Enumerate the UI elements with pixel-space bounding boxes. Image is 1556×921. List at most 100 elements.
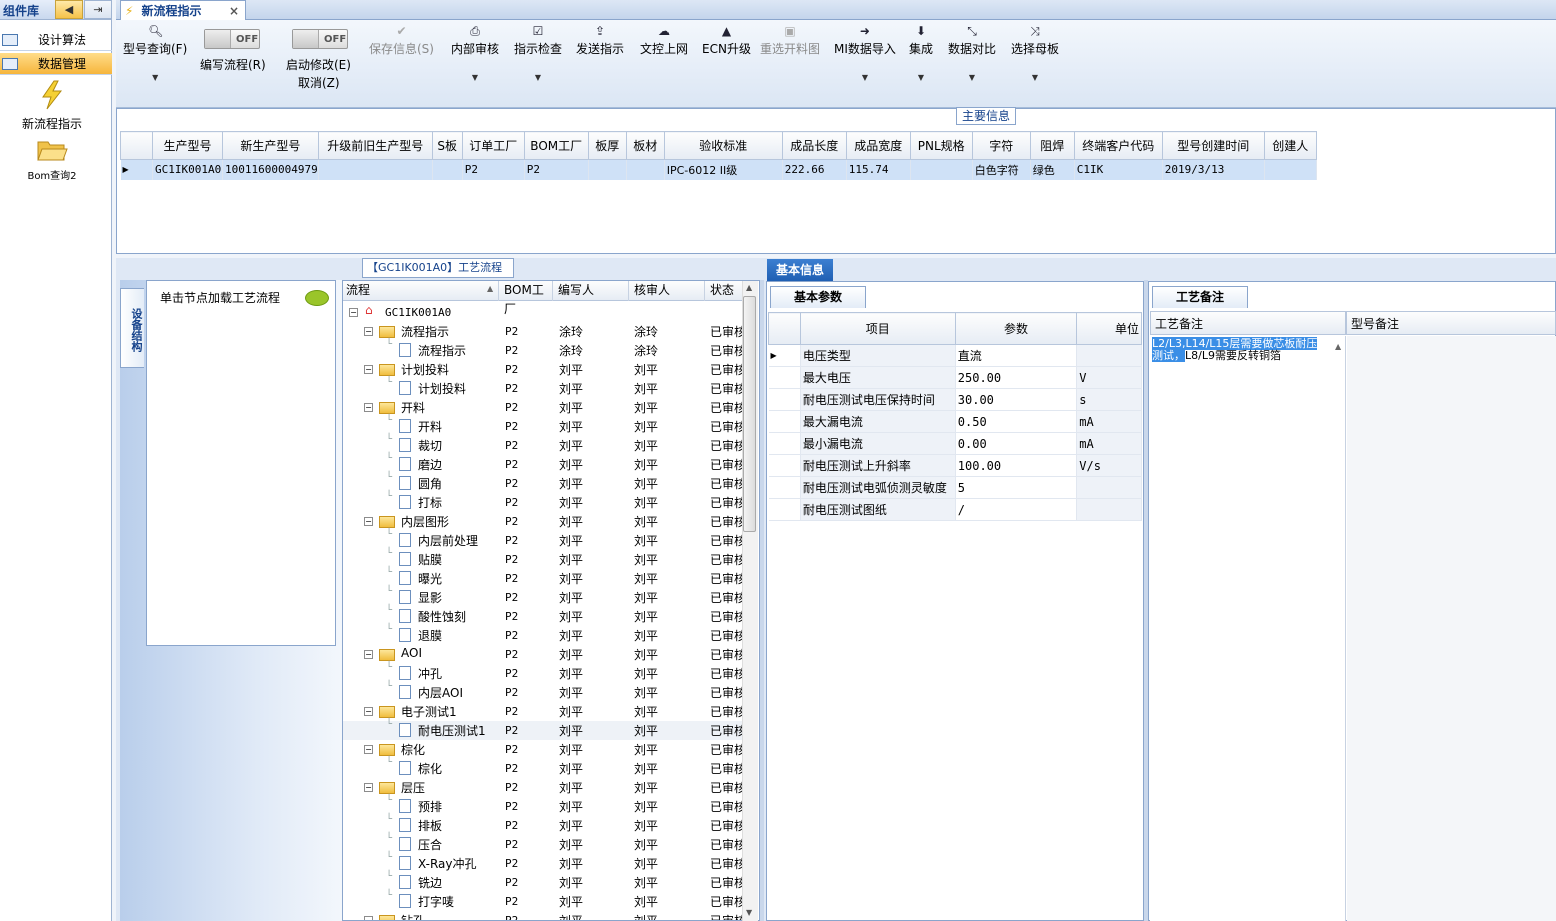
table-row[interactable]: 耐电压测试上升斜率 100.00 V/s (768, 454, 1142, 477)
tree-row[interactable]: └ X-Ray冲孔 P2 刘平 刘平 已审核 (343, 852, 747, 873)
table-cell[interactable]: 绿色 (1030, 159, 1075, 180)
start-modify-toggle[interactable]: OFF (292, 29, 348, 49)
send-instruction-button[interactable]: ⇪ 发送指示 (576, 24, 624, 57)
tree-row[interactable]: └ 内层前处理 P2 刘平 刘平 已审核 (343, 529, 747, 550)
process-flow-tree[interactable]: 流程 ▲ BOM工厂 编写人 核审人 状态 − ⌂ GC1IK001A0 − 流程… (342, 280, 760, 921)
col-bom[interactable]: BOM工厂 (501, 281, 553, 316)
scroll-up-icon[interactable]: ▲ (746, 283, 752, 292)
column-header[interactable]: 板厚 (587, 131, 627, 160)
column-header[interactable]: 终端客户代码 (1073, 131, 1163, 160)
column-header[interactable]: S板 (431, 131, 463, 160)
tree-row[interactable]: └ 计划投料 P2 刘平 刘平 已审核 (343, 377, 747, 398)
tree-row[interactable]: └ 内层AOI P2 刘平 刘平 已审核 (343, 681, 747, 702)
bom-query-item[interactable]: Bom查询2 (0, 138, 104, 182)
column-header[interactable]: 验收标准 (663, 131, 783, 160)
param-cell[interactable]: 5 (955, 476, 1078, 499)
collapse-icon[interactable]: − (364, 650, 373, 659)
collapse-icon[interactable]: − (364, 327, 373, 336)
tab-device-structure[interactable]: 设备结构 (120, 288, 144, 368)
column-header[interactable]: 板材 (625, 131, 665, 160)
tab-process-notes[interactable]: 工艺备注 (1152, 286, 1248, 308)
splitter-left[interactable] (760, 280, 764, 921)
column-header[interactable]: 成品长度 (781, 131, 847, 160)
tab-basic-params[interactable]: 基本参数 (770, 286, 866, 308)
select-master-button[interactable]: ⤨ 选择母板 ▼ (1011, 24, 1059, 82)
table-cell[interactable]: 白色字符 (972, 159, 1031, 180)
tree-row[interactable]: └ 裁切 P2 刘平 刘平 已审核 (343, 434, 747, 455)
table-row[interactable]: 最小漏电流 0.00 mA (768, 432, 1142, 455)
param-cell[interactable]: 30.00 (955, 388, 1078, 411)
instruction-check-button[interactable]: ☑ 指示检查 ▼ (514, 24, 562, 82)
tree-row[interactable]: └ 曝光 P2 刘平 刘平 已审核 (343, 567, 747, 588)
table-cell[interactable] (588, 159, 627, 180)
col-param[interactable]: 参数 (954, 312, 1078, 345)
chevron-down-icon[interactable]: ▼ (1011, 73, 1059, 82)
tree-row[interactable]: − 棕化 P2 刘平 刘平 已审核 (343, 740, 747, 759)
back-arrow-icon[interactable]: ◀ (55, 0, 83, 19)
tree-row[interactable]: └ 退膜 P2 刘平 刘平 已审核 (343, 624, 747, 645)
collapse-icon[interactable]: − (364, 783, 373, 792)
table-row[interactable]: 耐电压测试图纸 / (768, 498, 1142, 521)
model-note-textarea[interactable] (1347, 336, 1556, 921)
table-row[interactable]: 耐电压测试电压保持时间 30.00 s (768, 388, 1142, 411)
column-header[interactable]: 订单工厂 (461, 131, 525, 160)
table-cell[interactable] (1264, 159, 1317, 180)
tree-row[interactable]: └ 耐电压测试1 P2 刘平 刘平 已审核 (343, 719, 747, 740)
col-reviewer[interactable]: 核审人 (631, 281, 705, 301)
param-cell[interactable]: 250.00 (955, 366, 1078, 389)
start-modify-label[interactable]: 启动修改(E) (286, 56, 351, 73)
col-writer[interactable]: 编写人 (555, 281, 629, 301)
table-cell[interactable]: 10011600004979 (222, 159, 319, 180)
ecn-upgrade-button[interactable]: ▲ ECN升级 (702, 24, 751, 57)
chevron-down-icon[interactable]: ▼ (123, 73, 187, 82)
tree-row[interactable]: └ 预排 P2 刘平 刘平 已审核 (343, 795, 747, 816)
tree-row[interactable]: └ 压合 P2 刘平 刘平 已审核 (343, 833, 747, 854)
table-row[interactable]: 最大漏电流 0.50 mA (768, 410, 1142, 433)
table-cell[interactable] (626, 159, 665, 180)
tree-row[interactable]: └ 磨边 P2 刘平 刘平 已审核 (343, 453, 747, 474)
table-cell[interactable]: 222.66 (782, 159, 847, 180)
collapse-icon[interactable]: − (364, 403, 373, 412)
column-header[interactable]: PNL规格 (909, 131, 973, 160)
tree-row[interactable]: └ 打字唛 P2 刘平 刘平 已审核 (343, 890, 747, 911)
model-query-button[interactable]: 🔍︎ 型号查询(F) ▼ (123, 24, 187, 82)
chevron-down-icon[interactable]: ▼ (909, 73, 933, 82)
col-flow[interactable]: 流程 (343, 281, 499, 301)
collapse-icon[interactable]: − (364, 365, 373, 374)
table-cell[interactable]: P2 (462, 159, 525, 180)
column-header[interactable]: 生产型号 (152, 131, 223, 160)
col-unit[interactable]: 单位 (1076, 312, 1142, 345)
param-cell[interactable]: 0.50 (955, 410, 1078, 433)
chevron-down-icon[interactable]: ▼ (451, 73, 499, 82)
column-header[interactable]: 新生产型号 (222, 131, 319, 160)
column-header[interactable]: 型号创建时间 (1161, 131, 1265, 160)
column-header[interactable]: BOM工厂 (523, 131, 589, 160)
tree-row[interactable]: − 电子测试1 P2 刘平 刘平 已审核 (343, 702, 747, 721)
cancel-button[interactable]: 取消(Z) (298, 74, 340, 91)
tab-new-flow-instruction[interactable]: ⚡ 新流程指示 × (120, 0, 246, 20)
tree-row[interactable]: └ 流程指示 P2 涂玲 涂玲 已审核 (343, 339, 747, 360)
tree-row[interactable]: − 钻孔 P2 刘平 刘平 已审核 (343, 911, 747, 920)
column-header[interactable]: 字符 (971, 131, 1031, 160)
table-row[interactable]: 最大电压 250.00 V (768, 366, 1142, 389)
tree-row[interactable]: └ 棕化 P2 刘平 刘平 已审核 (343, 757, 747, 778)
new-flow-instruction-item[interactable]: 新流程指示 (0, 80, 104, 132)
param-cell[interactable]: 直流 (955, 344, 1078, 367)
write-flow-label[interactable]: 编写流程(R) (200, 56, 266, 73)
tree-row[interactable]: └ 酸性蚀刻 P2 刘平 刘平 已审核 (343, 605, 747, 626)
column-header[interactable]: 创建人 (1263, 131, 1317, 160)
save-info-button[interactable]: ✔ 保存信息(S) (369, 24, 434, 57)
tree-row[interactable]: − 计划投料 P2 刘平 刘平 已审核 (343, 360, 747, 379)
table-cell[interactable]: IPC-6012 II级 (664, 159, 783, 180)
tree-row[interactable]: └ 开料 P2 刘平 刘平 已审核 (343, 415, 747, 436)
redo-cutting-chart-button[interactable]: ▣ 重选开料图 (760, 24, 820, 57)
table-row[interactable]: ▶ 电压类型 直流 (768, 344, 1142, 367)
collapse-icon[interactable]: − (364, 517, 373, 526)
param-cell[interactable]: 100.00 (955, 454, 1078, 477)
tree-row[interactable]: − 层压 P2 刘平 刘平 已审核 (343, 778, 747, 797)
data-compare-button[interactable]: ⤡ 数据对比 ▼ (948, 24, 996, 82)
mi-data-import-button[interactable]: ➜ MI数据导入 ▼ (834, 24, 896, 82)
internal-review-button[interactable]: ⎙ 内部审核 ▼ (451, 24, 499, 82)
scrollbar-thumb[interactable] (743, 296, 756, 532)
table-cell[interactable]: GC1IK001A0 (152, 159, 223, 180)
